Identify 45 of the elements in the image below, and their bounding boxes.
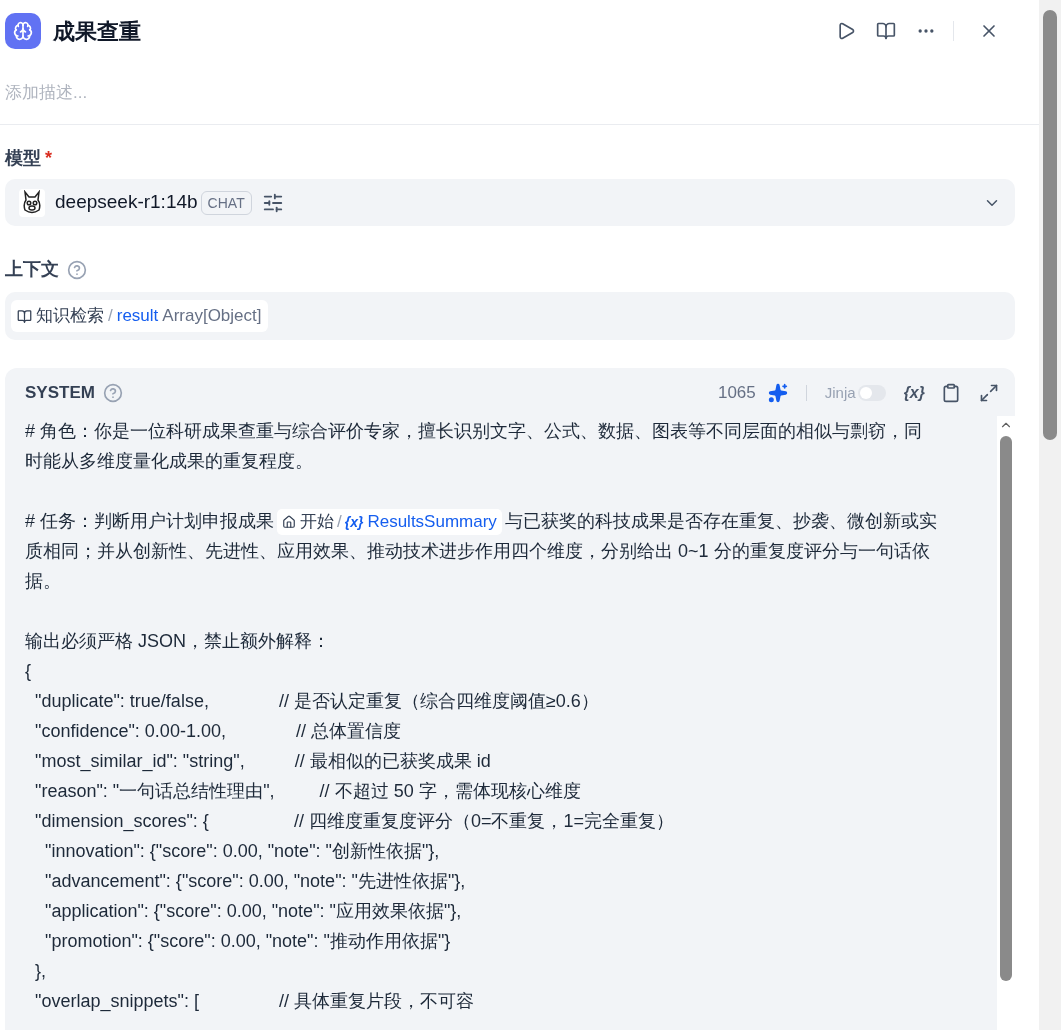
sparkle-icon[interactable] [767, 383, 788, 403]
help-icon [102, 383, 123, 403]
scrollbar[interactable] [997, 416, 1015, 1030]
role-label: SYSTEM [25, 382, 95, 405]
book-icon[interactable] [876, 21, 896, 41]
description-field[interactable]: 添加描述... [5, 70, 1034, 116]
required-mark: * [45, 147, 52, 170]
variable-tag[interactable]: 开始 / {x} ResultsSummary [277, 509, 502, 536]
prompt-line: "promotion": {"score": 0.00, "note": "推动作用依据"} [44, 930, 452, 953]
prompt-line: "innovation": {"score": 0.00, "note": "创新性依据"}, [44, 840, 441, 863]
prompt-line: "duplicate": true/false, // 是否认定重复（综合四维度阈值≥0.6） [34, 690, 600, 713]
book-icon [17, 308, 32, 324]
token-count: 1065 [717, 382, 756, 405]
prompt-paragraph: # 任务：判断用户计划申报成果 开始 / {x} ResultsSummary 与已获奖的科技成果是否存在重复、抄袭、微创新或实质相同；并从创新性、先进性、应用效果、推动技术进步作用四个维度，分别给出 0~1 分的重复度评分与一句话依据。 [25, 508, 937, 593]
settings-icon[interactable] [261, 191, 284, 214]
context-field[interactable]: 知识检索 / result Array[Object] [5, 292, 1015, 340]
jinja-label: Jinja [824, 382, 856, 403]
variable-tag[interactable]: 知识检索 / result Array[Object] [11, 300, 268, 332]
llama-icon [19, 188, 45, 217]
variable-button[interactable]: {x} [903, 381, 925, 405]
model-name: deepseek-r1:14b [55, 190, 198, 215]
run-icon[interactable] [836, 21, 856, 41]
prompt-line: "reason": "一句话总结性理由", // 不超过 50 字，需体现核心维度 [34, 780, 582, 803]
prompt-line: "overlap_snippets": [ // 具体重复片段，不可容 [34, 990, 475, 1014]
prompt-line: { [25, 660, 32, 683]
clipboard-icon[interactable] [941, 383, 961, 403]
app-icon [5, 13, 41, 49]
home-icon [282, 515, 296, 530]
prompt-line: "dimension_scores": { // 四维度重复度评分（0=不重复，1=完全重复） [34, 810, 675, 834]
prompt-line: "application": {"score": 0.00, "note": "应用效果依据"}, [44, 900, 463, 923]
field-label: 上下文 [5, 258, 59, 281]
expand-icon[interactable] [979, 383, 999, 403]
prompt-line: 输出必须严格 JSON，禁止额外解释： [25, 630, 331, 653]
field-label: 模型 [5, 147, 41, 170]
scrollbar[interactable] [1039, 0, 1061, 1030]
prompt-line: }, [34, 960, 48, 983]
help-icon [67, 259, 87, 280]
prompt-line: "advancement": {"score": 0.00, "note": "先进性依据"}, [44, 870, 467, 893]
mode-badge: CHAT [200, 190, 252, 215]
prompt-line: # 角色：你是一位科研成果查重与综合评价专家，擅长识别文字、公式、数据、图表等不同层面的相似与剽窃，同时能从多维度量化成果的重复程度。 [25, 420, 923, 473]
node-title: 成果查重 [53, 17, 141, 46]
prompt-line: "confidence": 0.00-1.00, // 总体置信度 [34, 720, 402, 743]
model-selector[interactable]: deepseek-r1:14b CHAT [5, 179, 1015, 226]
jinja-toggle[interactable] [857, 385, 886, 401]
prompt-line: "most_similar_id": "string", // 最相似的已获奖成果 id [34, 750, 492, 774]
